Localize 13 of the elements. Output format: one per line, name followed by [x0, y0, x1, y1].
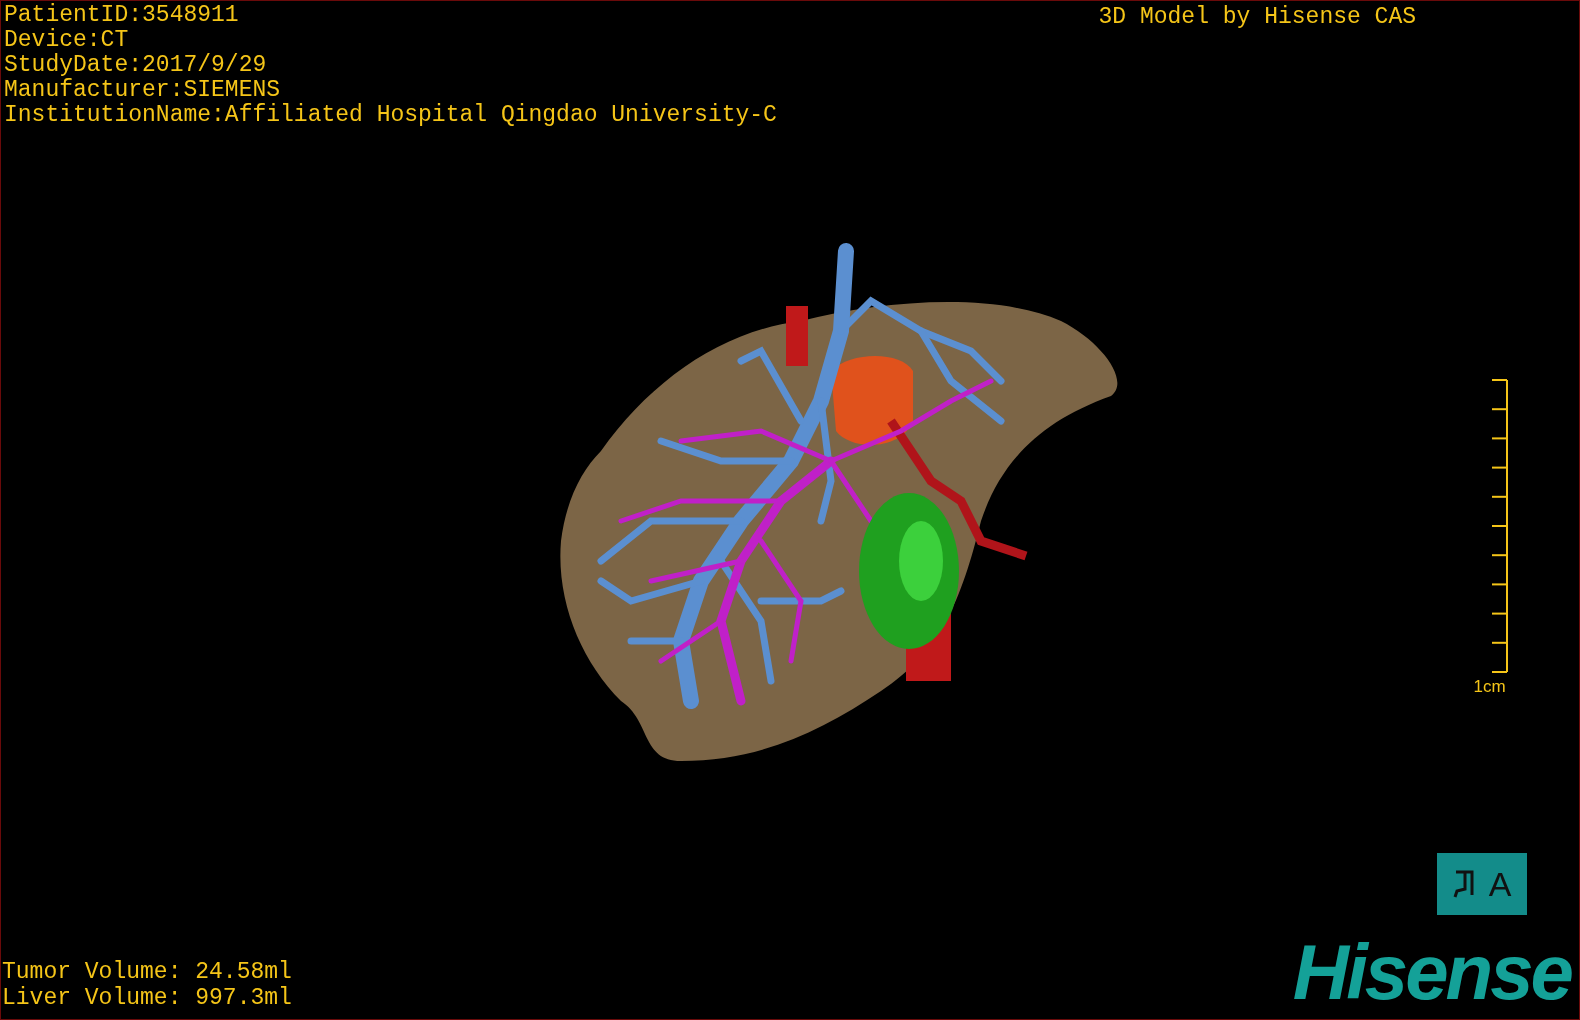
hisense-logo: Hisense [1292, 937, 1573, 1007]
study-info-text: Manufacturer:SIEMENS [4, 78, 282, 103]
model-credit-text: 3D Model by Hisense CAS [1098, 5, 1416, 30]
study-info-text: InstitutionName:Affiliated Hospital Qingdao University-C [4, 103, 777, 128]
volume-text: Liver Volume: 997.3ml [2, 985, 292, 1011]
study-info-text: PatientID:3548911 [4, 3, 240, 28]
scale-bar-icon [1491, 379, 1508, 673]
orientation-label: A [1488, 866, 1512, 902]
study-info-text: Device:CT [4, 28, 130, 53]
orientation-glyph-icon [1452, 869, 1475, 899]
study-info-text: StudyDate:2017/9/29 [4, 53, 268, 78]
volume-text: Tumor Volume: 24.58ml [2, 959, 292, 985]
scale-label: 1cm [1473, 676, 1506, 698]
